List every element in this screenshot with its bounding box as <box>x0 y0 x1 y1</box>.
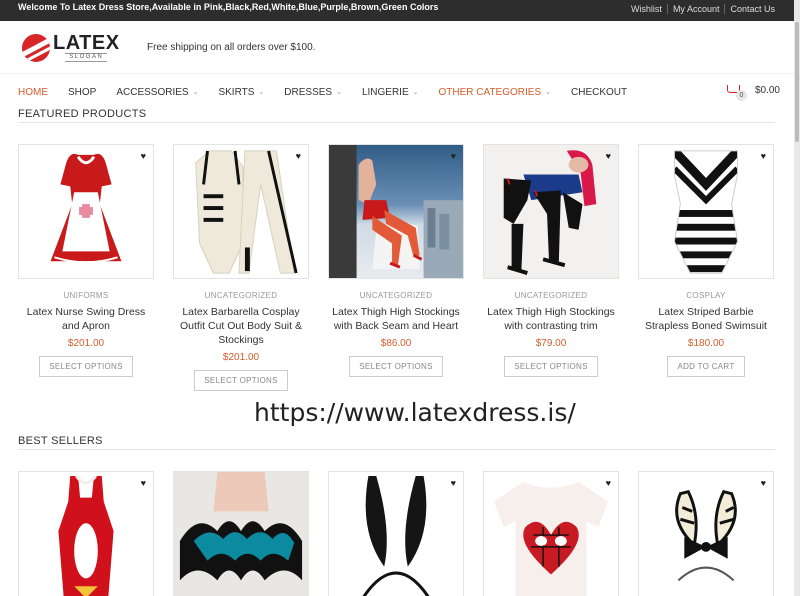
chevron-down-icon: ⌄ <box>412 89 419 96</box>
cart-count-badge: 0 <box>735 90 747 101</box>
shipping-notice: Free shipping on all orders over $100. <box>147 42 316 53</box>
wishlist-heart-icon[interactable]: ♥ <box>141 151 146 161</box>
wishlist-heart-icon[interactable]: ♥ <box>606 478 611 488</box>
wishlist-heart-icon[interactable]: ♥ <box>761 478 766 488</box>
select-options-button[interactable]: SELECT OPTIONS <box>39 356 133 377</box>
select-options-button[interactable]: SELECT OPTIONS <box>504 356 598 377</box>
product-card[interactable]: ♥ <box>483 471 619 596</box>
site-logo[interactable]: LATEX SLOGAN <box>22 33 120 62</box>
product-category[interactable]: COSPLAY <box>638 291 774 300</box>
product-card[interactable]: ♥ UNIFORMS Latex Nurse Swing Dress and A… <box>18 144 154 391</box>
red-bodysuit-image <box>58 475 114 596</box>
product-image[interactable]: ♥ <box>638 144 774 279</box>
section-divider <box>18 122 775 123</box>
product-category[interactable]: UNCATEGORIZED <box>483 291 619 300</box>
contact-us-link[interactable]: Contact Us <box>724 4 780 14</box>
chevron-down-icon: ⌄ <box>192 89 199 96</box>
heart-tshirt-image <box>493 481 609 596</box>
wishlist-heart-icon[interactable]: ♥ <box>606 151 611 161</box>
product-image[interactable]: ♥ <box>173 144 309 279</box>
product-card[interactable]: ♥ COSPLAY Latex Striped Barbie Strapless… <box>638 144 774 391</box>
site-header: LATEX SLOGAN Free shipping on all orders… <box>0 21 794 74</box>
product-card[interactable]: ♥ <box>638 471 774 596</box>
logo-brand-text: LATEX <box>53 32 120 54</box>
my-account-link[interactable]: My Account <box>666 4 725 14</box>
nav-item-shop[interactable]: SHOP <box>68 84 96 100</box>
product-title[interactable]: Latex Thigh High Stockings with contrast… <box>483 305 619 333</box>
select-options-button[interactable]: SELECT OPTIONS <box>194 370 288 391</box>
product-price: $201.00 <box>222 352 260 363</box>
select-options-button[interactable]: SELECT OPTIONS <box>349 356 443 377</box>
product-image[interactable]: ♥ <box>18 471 154 596</box>
product-title[interactable]: Latex Nurse Swing Dress and Apron <box>18 305 154 333</box>
product-category[interactable]: UNIFORMS <box>18 291 154 300</box>
product-price: $79.00 <box>535 338 567 349</box>
cart-icon: 0 <box>725 82 747 101</box>
product-image[interactable]: ♥ <box>483 471 619 596</box>
bunny-ears-headband-image <box>362 475 430 596</box>
cart-total: $0.00 <box>754 84 780 96</box>
main-nav: HOME SHOP ACCESSORIES ⌄ SKIRTS ⌄ DRESSES ⌄ … <box>18 84 778 100</box>
product-image[interactable]: ♥ <box>483 144 619 279</box>
product-card[interactable]: ♥ UNCATEGORIZED Latex Thigh High Stockin… <box>483 144 619 391</box>
welcome-message: Welcome To Latex Dress Store,Available i… <box>18 2 439 12</box>
stockings-model-image <box>329 145 463 278</box>
chevron-down-icon: ⌄ <box>545 89 551 96</box>
nav-item-dresses[interactable]: DRESSES ⌄ <box>284 84 342 100</box>
product-price: $201.00 <box>67 338 105 349</box>
nav-item-skirts[interactable]: SKIRTS ⌄ <box>218 84 264 100</box>
best-sellers-grid: ♥ ♥ ♥ ♥ <box>18 471 793 596</box>
nav-item-other-categories[interactable]: OTHER CATEGORIES ⌄ <box>439 84 551 100</box>
product-image[interactable]: ♥ <box>18 144 154 279</box>
top-bar: Welcome To Latex Dress Store,Available i… <box>0 0 794 21</box>
nav-item-home[interactable]: HOME <box>18 84 48 100</box>
wishlist-heart-icon[interactable]: ♥ <box>296 151 301 161</box>
wishlist-heart-icon[interactable]: ♥ <box>761 151 766 161</box>
wishlist-heart-icon[interactable]: ♥ <box>141 478 146 488</box>
striped-swimsuit-image <box>673 150 739 274</box>
best-sellers-heading: BEST SELLERS <box>18 435 103 447</box>
nav-item-accessories[interactable]: ACCESSORIES ⌄ <box>116 84 198 100</box>
product-image[interactable]: ♥ <box>638 471 774 596</box>
logo-icon <box>22 33 50 62</box>
cart-widget[interactable]: 0 $0.00 <box>725 82 780 101</box>
section-divider <box>18 449 775 450</box>
featured-products-heading: FEATURED PRODUCTS <box>18 108 147 120</box>
product-image[interactable] <box>173 471 309 596</box>
product-image[interactable]: ♥ <box>328 144 464 279</box>
nav-item-checkout[interactable]: CHECKOUT <box>571 84 627 100</box>
product-category[interactable]: UNCATEGORIZED <box>328 291 464 300</box>
nurse-dress-image <box>50 153 122 264</box>
product-card[interactable]: ♥ UNCATEGORIZED Latex Thigh High Stockin… <box>328 144 464 391</box>
product-card[interactable] <box>173 471 309 596</box>
add-to-cart-button[interactable]: ADD TO CART <box>667 356 745 377</box>
wishlist-heart-icon[interactable]: ♥ <box>451 151 456 161</box>
product-image[interactable]: ♥ <box>328 471 464 596</box>
product-price: $180.00 <box>687 338 725 349</box>
bodysuit-image <box>195 150 298 274</box>
watermark-url: https://www.latexdress.is/ <box>254 398 576 427</box>
product-card[interactable]: ♥ <box>328 471 464 596</box>
chevron-down-icon: ⌄ <box>258 89 265 96</box>
product-category[interactable]: UNCATEGORIZED <box>173 291 309 300</box>
contrast-stockings-image <box>503 150 597 275</box>
logo-slogan-text: SLOGAN <box>65 53 108 62</box>
wishlist-link[interactable]: Wishlist <box>626 4 667 14</box>
chevron-down-icon: ⌄ <box>336 89 342 96</box>
striped-bunny-ears-image <box>675 489 737 582</box>
top-links: Wishlist My Account Contact Us <box>626 4 780 14</box>
product-title[interactable]: Latex Striped Barbie Strapless Boned Swi… <box>638 305 774 333</box>
product-title[interactable]: Latex Barbarella Cosplay Outfit Cut Out … <box>173 305 309 347</box>
nav-item-lingerie[interactable]: LINGERIE ⌄ <box>362 84 419 100</box>
scrollbar-thumb[interactable] <box>795 22 799 142</box>
product-card[interactable]: ♥ UNCATEGORIZED Latex Barbarella Cosplay… <box>173 144 309 391</box>
ruffle-collar-image <box>179 472 303 581</box>
featured-products-grid: ♥ UNIFORMS Latex Nurse Swing Dress and A… <box>18 144 793 391</box>
product-card[interactable]: ♥ <box>18 471 154 596</box>
page-scrollbar[interactable] <box>794 0 800 596</box>
product-title[interactable]: Latex Thigh High Stockings with Back Sea… <box>328 305 464 333</box>
product-price: $86.00 <box>380 338 412 349</box>
wishlist-heart-icon[interactable]: ♥ <box>451 478 456 488</box>
